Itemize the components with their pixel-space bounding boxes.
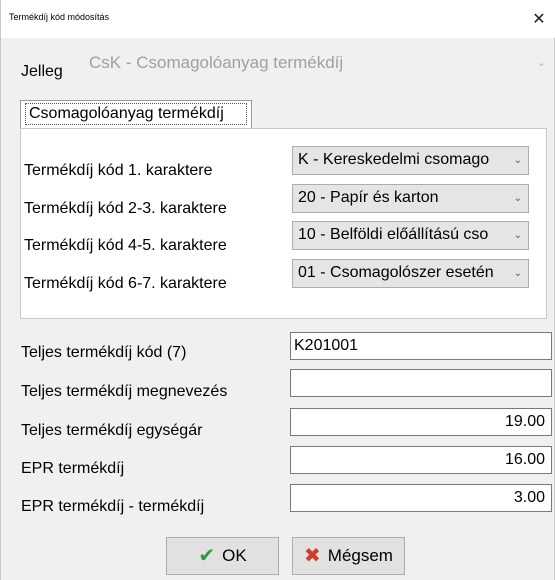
full-code-input[interactable]: K201001 — [290, 332, 552, 360]
code-char-3-select[interactable]: 10 - Belföldi előállítású cso ⌄ — [292, 221, 529, 250]
cancel-label: Mégsem — [327, 546, 393, 565]
code-char-2-value: 20 - Papír és karton — [298, 189, 439, 206]
epr-diff-input[interactable]: 3.00 — [290, 484, 552, 512]
full-name-input[interactable] — [290, 369, 552, 397]
epr-fee-value: 16.00 — [504, 451, 545, 468]
epr-fee-input[interactable]: 16.00 — [290, 446, 552, 474]
jelleg-label: Jelleg — [21, 63, 63, 80]
code-char-1-value: K - Kereskedelmi csomago — [298, 151, 490, 168]
code-char-2-label: Termékdíj kód 2-3. karaktere — [24, 200, 227, 217]
title-bar: Termékdíj kód módosítás ✕ — [1, 0, 555, 38]
code-char-4-select[interactable]: 01 - Csomagolószer esetén ⌄ — [292, 259, 529, 288]
cancel-button[interactable]: ✖ Mégsem — [292, 537, 405, 575]
unit-price-input[interactable]: 19.00 — [290, 408, 552, 436]
tab-focus-outline — [25, 103, 247, 125]
ok-button[interactable]: ✔ OK — [166, 537, 279, 575]
full-name-label: Teljes termékdíj megnevezés — [21, 383, 228, 400]
code-char-1-label: Termékdíj kód 1. karaktere — [24, 162, 213, 179]
code-char-1-select[interactable]: K - Kereskedelmi csomago ⌄ — [292, 146, 529, 175]
full-code-value: K201001 — [294, 337, 359, 354]
epr-fee-label: EPR termékdíj — [21, 460, 125, 477]
epr-diff-value: 3.00 — [513, 489, 545, 506]
ok-label: OK — [222, 546, 247, 565]
dialog-window: Termékdíj kód módosítás ✕ Jelleg CsK - C… — [0, 0, 555, 580]
unit-price-value: 19.00 — [504, 413, 545, 430]
code-char-3-label: Termékdíj kód 4-5. karaktere — [24, 237, 227, 254]
checkmark-icon: ✔ — [198, 545, 216, 567]
chevron-down-icon: ⌄ — [513, 268, 522, 279]
jelleg-value: CsK - Csomagolóanyag termékdíj — [89, 53, 344, 72]
chevron-down-icon: ⌄ — [513, 193, 522, 204]
epr-diff-label: EPR termékdíj - termékdíj — [21, 498, 205, 515]
x-mark-icon: ✖ — [304, 545, 321, 567]
chevron-down-icon: ⌄ — [513, 155, 522, 166]
full-code-label: Teljes termékdíj kód (7) — [21, 344, 187, 361]
close-icon: ✕ — [532, 11, 546, 28]
code-char-3-value: 10 - Belföldi előállítású cso — [298, 226, 489, 243]
chevron-down-icon: ⌄ — [536, 57, 546, 69]
code-char-2-select[interactable]: 20 - Papír és karton ⌄ — [292, 184, 529, 213]
code-char-4-value: 01 - Csomagolószer esetén — [298, 264, 494, 281]
unit-price-label: Teljes termékdíj egységár — [21, 422, 203, 439]
window-title: Termékdíj kód módosítás — [9, 12, 110, 22]
chevron-down-icon: ⌄ — [513, 230, 522, 241]
code-char-4-label: Termékdíj kód 6-7. karaktere — [24, 275, 227, 292]
jelleg-select: CsK - Csomagolóanyag termékdíj ⌄ — [81, 48, 554, 78]
close-button[interactable]: ✕ — [522, 0, 555, 38]
